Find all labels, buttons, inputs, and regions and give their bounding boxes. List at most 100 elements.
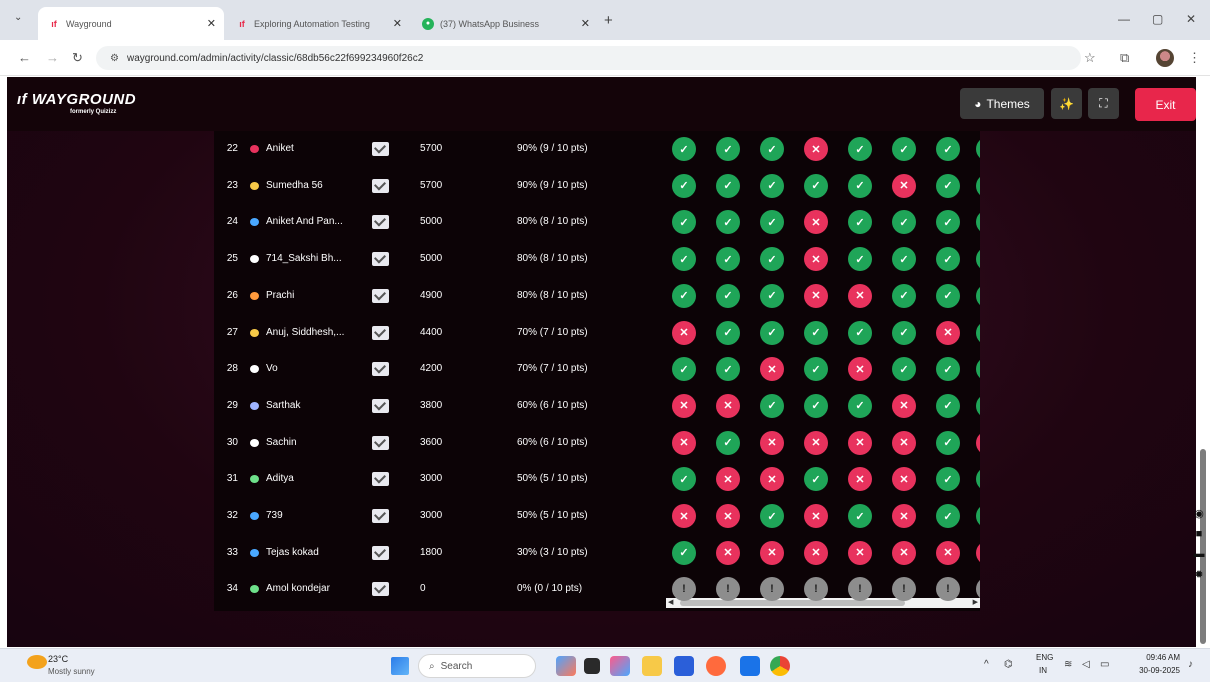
incorrect-answer-icon[interactable]: ✕	[716, 540, 740, 565]
table-row[interactable]: 30 Sachin 3600 60% (6 / 10 pts) ✕ ✓ ✕ ✕ ✕ ✕ ✓ ✕	[214, 426, 980, 462]
report-mail-icon[interactable]	[372, 362, 389, 377]
task-view-icon[interactable]	[584, 658, 600, 674]
player-name[interactable]: Sarthak	[266, 400, 300, 411]
correct-answer-icon[interactable]: ✓	[892, 247, 916, 272]
correct-answer-icon[interactable]: ✓	[848, 393, 872, 418]
correct-answer-icon[interactable]: ✓	[936, 283, 960, 308]
table-row[interactable]: 32 739 3000 50% (5 / 10 pts) ✕ ✕ ✓ ✕ ✓ ✕ ✓ ✓	[214, 499, 980, 535]
correct-answer-icon[interactable]: ✓	[936, 393, 960, 418]
forward-icon[interactable]: →	[46, 50, 59, 65]
correct-answer-icon[interactable]: ✓	[848, 320, 872, 345]
table-row[interactable]: 33 Tejas kokad 1800 30% (3 / 10 pts) ✓ ✕ ✕ ✕ ✕ ✕ ✕…	[214, 536, 980, 572]
correct-answer-icon[interactable]: ✓	[976, 173, 980, 198]
themes-button[interactable]: ◕ Themes	[960, 88, 1044, 119]
site-info-icon[interactable]: ⚙	[110, 53, 119, 64]
player-name[interactable]: Vo	[266, 363, 278, 374]
correct-answer-icon[interactable]: ✓	[804, 173, 828, 198]
incorrect-answer-icon[interactable]: ✕	[804, 247, 828, 272]
correct-answer-icon[interactable]: ✓	[716, 173, 740, 198]
correct-answer-icon[interactable]: ✓	[716, 320, 740, 345]
correct-answer-icon[interactable]: ✓	[976, 320, 980, 345]
correct-answer-icon[interactable]: ✓	[892, 357, 916, 382]
report-mail-icon[interactable]	[372, 142, 389, 156]
report-mail-icon[interactable]	[372, 398, 389, 413]
tray-overflow-icon[interactable]: ^	[984, 659, 989, 670]
correct-answer-icon[interactable]: ✓	[976, 283, 980, 308]
correct-answer-icon[interactable]: ✓	[848, 173, 872, 198]
correct-answer-icon[interactable]: ✓	[760, 320, 784, 345]
unattempted-answer-icon[interactable]: !	[936, 577, 960, 602]
incorrect-answer-icon[interactable]: ✕	[804, 430, 828, 455]
table-row[interactable]: 27 Anuj, Siddhesh,... 4400 70% (7 / 10 pts)…	[214, 316, 980, 352]
correct-answer-icon[interactable]: ✓	[976, 357, 980, 382]
incorrect-answer-icon[interactable]: ✕	[672, 430, 696, 455]
correct-answer-icon[interactable]: ✓	[804, 467, 828, 492]
report-mail-icon[interactable]	[372, 435, 389, 450]
table-row[interactable]: 22 Aniket 5700 90% (9 / 10 pts) ✓ ✓ ✓ ✕ ✓ ✓ ✓ ✓	[214, 132, 980, 168]
table-row[interactable]: 31 Aditya 3000 50% (5 / 10 pts) ✓ ✕ ✕ ✓ ✕ ✕ ✓ ✓	[214, 462, 980, 498]
report-mail-icon[interactable]	[372, 288, 389, 303]
incorrect-answer-icon[interactable]: ✕	[760, 540, 784, 565]
incorrect-answer-icon[interactable]: ✕	[760, 357, 784, 382]
incorrect-answer-icon[interactable]: ✕	[848, 467, 872, 492]
correct-answer-icon[interactable]: ✓	[848, 247, 872, 272]
table-row[interactable]: 23 Sumedha 56 5700 90% (9 / 10 pts) ✓ ✓ ✓ ✓ ✓ ✕ ✓ ✓	[214, 169, 980, 205]
table-row[interactable]: 28 Vo 4200 70% (7 / 10 pts) ✓ ✓ ✕ ✓ ✕ ✓ ✓ ✓	[214, 352, 980, 388]
unattempted-answer-icon[interactable]: !	[716, 577, 740, 602]
player-name[interactable]: Aditya	[266, 473, 294, 484]
correct-answer-icon[interactable]: ✓	[976, 247, 980, 272]
incorrect-answer-icon[interactable]: ✕	[760, 430, 784, 455]
correct-answer-icon[interactable]: ✓	[760, 210, 784, 235]
correct-answer-icon[interactable]: ✓	[760, 393, 784, 418]
correct-answer-icon[interactable]: ✓	[976, 210, 980, 235]
file-explorer-icon[interactable]	[642, 656, 662, 676]
correct-answer-icon[interactable]: ✓	[672, 357, 696, 382]
weather-temperature[interactable]: 23°C	[48, 654, 68, 664]
store-icon[interactable]	[674, 656, 694, 676]
correct-answer-icon[interactable]: ✓	[892, 137, 916, 161]
table-row[interactable]: 35AtharvD00% (0 / 10 pts)!!!!!!!!	[214, 609, 980, 611]
correct-answer-icon[interactable]: ✓	[716, 357, 740, 382]
close-tab-icon[interactable]: ✕	[207, 17, 216, 30]
incorrect-answer-icon[interactable]: ✕	[672, 320, 696, 345]
table-row[interactable]: 29 Sarthak 3800 60% (6 / 10 pts) ✕ ✕ ✓ ✓ ✓ ✕ ✓ ✓	[214, 389, 980, 425]
report-mail-icon[interactable]	[372, 252, 389, 267]
correct-answer-icon[interactable]: ✓	[892, 320, 916, 345]
fullscreen-button[interactable]: ⛶	[1088, 88, 1119, 119]
close-window-icon[interactable]: ✕	[1186, 12, 1196, 26]
report-mail-icon[interactable]	[372, 178, 389, 193]
correct-answer-icon[interactable]: ✓	[672, 210, 696, 235]
incorrect-answer-icon[interactable]: ✕	[892, 467, 916, 492]
wifi-icon[interactable]: ≋	[1064, 659, 1072, 670]
correct-answer-icon[interactable]: ✓	[716, 210, 740, 235]
incorrect-answer-icon[interactable]: ✕	[892, 540, 916, 565]
correct-answer-icon[interactable]: ✓	[672, 283, 696, 308]
incorrect-answer-icon[interactable]: ✕	[892, 504, 916, 528]
incorrect-answer-icon[interactable]: ✕	[804, 137, 828, 161]
language-indicator[interactable]: ENG	[1036, 653, 1053, 662]
battery-icon[interactable]: ▭	[1100, 659, 1109, 670]
incorrect-answer-icon[interactable]: ✕	[892, 393, 916, 418]
new-tab-icon[interactable]: +	[604, 12, 613, 29]
tab-exploring-automation[interactable]: ıf Exploring Automation Testing ✕	[226, 7, 410, 40]
video-camera-icon[interactable]: ■	[1196, 528, 1203, 540]
player-name[interactable]: Aniket And Pan...	[266, 216, 343, 227]
url-field[interactable]: ⚙ wayground.com/admin/activity/classic/6…	[96, 46, 1081, 70]
windows-start-icon[interactable]	[391, 657, 409, 675]
table-row[interactable]: 34 Amol kondejar 0 0% (0 / 10 pts)!!!!!!!!	[214, 572, 980, 608]
report-mail-icon[interactable]	[372, 545, 389, 560]
player-name[interactable]: Anuj, Siddhesh,...	[266, 327, 344, 338]
incorrect-answer-icon[interactable]: ✕	[716, 504, 740, 528]
player-name[interactable]: Amol kondejar	[266, 583, 330, 594]
chat-icon[interactable]: ▬	[1194, 548, 1205, 560]
correct-answer-icon[interactable]: ✓	[672, 137, 696, 161]
report-mail-icon[interactable]	[372, 215, 389, 230]
profile-avatar[interactable]	[1156, 49, 1174, 67]
incorrect-answer-icon[interactable]: ✕	[804, 210, 828, 235]
incorrect-answer-icon[interactable]: ✕	[976, 540, 980, 565]
taskbar-search[interactable]: ⌕ Search	[418, 654, 536, 678]
tab-wayground[interactable]: ıf Wayground ✕	[38, 7, 224, 40]
incorrect-answer-icon[interactable]: ✕	[976, 430, 980, 455]
table-row[interactable]: 24 Aniket And Pan... 5000 80% (8 / 10 pts) ✓…	[214, 205, 980, 241]
maximize-icon[interactable]: ▢	[1152, 12, 1163, 26]
